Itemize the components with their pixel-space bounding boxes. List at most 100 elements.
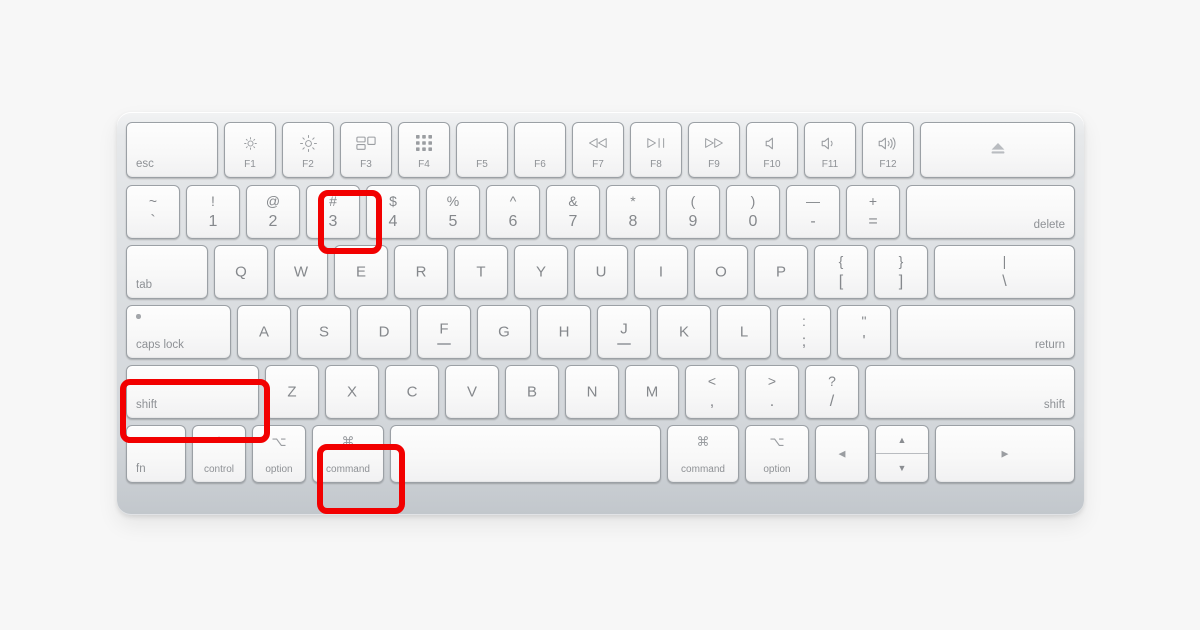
option-icon: ⌥ — [769, 434, 785, 449]
key-backslash[interactable]: | \ — [934, 245, 1075, 299]
key-f2[interactable]: F2 — [282, 122, 334, 178]
key-equals[interactable]: + = — [846, 185, 900, 239]
key-h[interactable]: H — [537, 305, 591, 359]
key-f10-label: F10 — [763, 159, 781, 170]
key-t[interactable]: T — [454, 245, 508, 299]
key-comma[interactable]: < , — [685, 365, 739, 419]
key-o[interactable]: O — [694, 245, 748, 299]
key-eject[interactable] — [920, 122, 1075, 178]
key-equals-upper: + — [868, 193, 878, 209]
key-arrow-left[interactable]: ◀ — [815, 425, 869, 483]
key-f12[interactable]: F12 — [862, 122, 914, 178]
key-minus[interactable]: — - — [786, 185, 840, 239]
key-command-left[interactable]: ⌘ command — [312, 425, 384, 483]
key-tab[interactable]: tab — [126, 245, 208, 299]
key-b[interactable]: B — [505, 365, 559, 419]
key-3[interactable]: # 3 — [306, 185, 360, 239]
key-arrow-down[interactable]: ▼ — [876, 454, 928, 482]
key-g-label: G — [498, 323, 510, 341]
arrow-down-icon: ▼ — [897, 463, 907, 473]
screenshot-canvas: esc F1 F2 F3 F4 F5 F6 F7 F8 F9 F10 F11 F… — [0, 0, 1200, 630]
key-quote[interactable]: " ' — [837, 305, 891, 359]
key-k[interactable]: K — [657, 305, 711, 359]
key-3-upper: # — [329, 193, 337, 209]
key-f8[interactable]: F8 — [630, 122, 682, 178]
key-f[interactable]: F — [417, 305, 471, 359]
key-arrow-right[interactable]: ▶ — [935, 425, 1075, 483]
key-option-right[interactable]: ⌥ option — [745, 425, 809, 483]
key-bracket-right[interactable]: } ] — [874, 245, 928, 299]
key-slash[interactable]: ? / — [805, 365, 859, 419]
key-m[interactable]: M — [625, 365, 679, 419]
key-y[interactable]: Y — [514, 245, 568, 299]
key-a[interactable]: A — [237, 305, 291, 359]
key-return[interactable]: return — [897, 305, 1075, 359]
key-4[interactable]: $ 4 — [366, 185, 420, 239]
key-7[interactable]: & 7 — [546, 185, 600, 239]
key-c[interactable]: C — [385, 365, 439, 419]
key-n[interactable]: N — [565, 365, 619, 419]
key-tab-label: tab — [136, 278, 152, 291]
key-v[interactable]: V — [445, 365, 499, 419]
key-backtick[interactable]: ~ ` — [126, 185, 180, 239]
key-0[interactable]: ) 0 — [726, 185, 780, 239]
key-w[interactable]: W — [274, 245, 328, 299]
brightness-down-icon — [225, 134, 275, 152]
key-x[interactable]: X — [325, 365, 379, 419]
key-1-lower: 1 — [208, 213, 218, 230]
key-fn[interactable]: fn — [126, 425, 186, 483]
key-f7[interactable]: F7 — [572, 122, 624, 178]
key-shift-right[interactable]: shift — [865, 365, 1075, 419]
launchpad-icon — [399, 134, 449, 152]
key-f9[interactable]: F9 — [688, 122, 740, 178]
key-d[interactable]: D — [357, 305, 411, 359]
key-period-lower: . — [769, 393, 775, 410]
key-command-right[interactable]: ⌘ command — [667, 425, 739, 483]
key-5[interactable]: % 5 — [426, 185, 480, 239]
key-option-left[interactable]: ⌥ option — [252, 425, 306, 483]
eject-icon — [921, 142, 1074, 158]
key-shift-left[interactable]: shift — [126, 365, 259, 419]
key-delete[interactable]: delete — [906, 185, 1075, 239]
key-j[interactable]: J — [597, 305, 651, 359]
key-control[interactable]: ^ control — [192, 425, 246, 483]
key-f11[interactable]: F11 — [804, 122, 856, 178]
key-l[interactable]: L — [717, 305, 771, 359]
key-1[interactable]: ! 1 — [186, 185, 240, 239]
key-f6[interactable]: F6 — [514, 122, 566, 178]
key-esc[interactable]: esc — [126, 122, 218, 178]
key-7-lower: 7 — [568, 213, 578, 230]
key-slash-upper: ? — [828, 373, 836, 389]
key-arrow-up[interactable]: ▲ — [876, 426, 928, 454]
key-p[interactable]: P — [754, 245, 808, 299]
key-f5[interactable]: F5 — [456, 122, 508, 178]
key-z[interactable]: Z — [265, 365, 319, 419]
key-i[interactable]: I — [634, 245, 688, 299]
key-control-label: control — [203, 464, 234, 475]
key-r[interactable]: R — [394, 245, 448, 299]
key-u[interactable]: U — [574, 245, 628, 299]
key-m-label: M — [645, 383, 659, 401]
key-8[interactable]: * 8 — [606, 185, 660, 239]
key-shift-right-label: shift — [1043, 398, 1065, 411]
key-f3[interactable]: F3 — [340, 122, 392, 178]
key-f1[interactable]: F1 — [224, 122, 276, 178]
key-q[interactable]: Q — [214, 245, 268, 299]
control-caret-icon: ^ — [215, 434, 223, 449]
key-f10[interactable]: F10 — [746, 122, 798, 178]
key-space[interactable] — [390, 425, 661, 483]
key-delete-label: delete — [1033, 218, 1065, 231]
key-bracket-left[interactable]: { [ — [814, 245, 868, 299]
key-f4[interactable]: F4 — [398, 122, 450, 178]
key-g[interactable]: G — [477, 305, 531, 359]
key-e[interactable]: E — [334, 245, 388, 299]
key-2[interactable]: @ 2 — [246, 185, 300, 239]
key-caps-lock[interactable]: caps lock — [126, 305, 231, 359]
key-command-left-label: command — [326, 464, 370, 475]
key-semicolon[interactable]: : ; — [777, 305, 831, 359]
key-9[interactable]: ( 9 — [666, 185, 720, 239]
key-s[interactable]: S — [297, 305, 351, 359]
key-period[interactable]: > . — [745, 365, 799, 419]
key-f7-label: F7 — [592, 159, 604, 170]
key-6[interactable]: ^ 6 — [486, 185, 540, 239]
